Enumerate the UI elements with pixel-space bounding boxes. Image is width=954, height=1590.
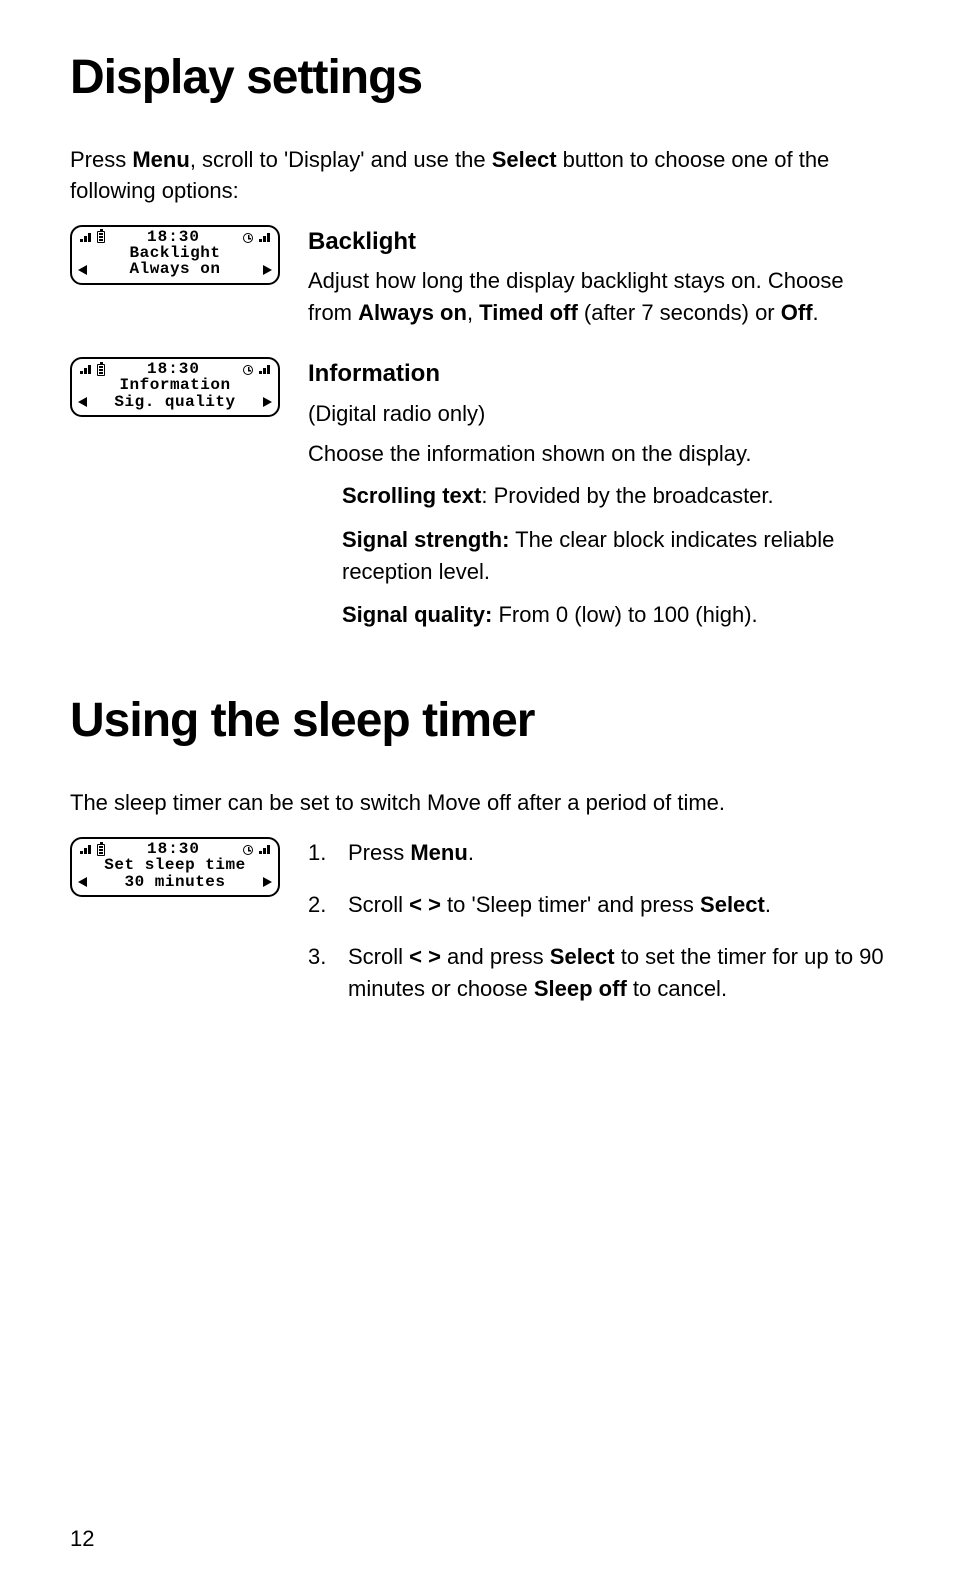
intro-paragraph: The sleep timer can be set to switch Mov… <box>70 788 884 819</box>
lcd-screenshot-backlight: 18:30 Backlight Always on <box>70 225 280 285</box>
battery-icon <box>97 844 105 856</box>
intro-paragraph: Press Menu, scroll to 'Display' and use … <box>70 145 884 207</box>
battery-icon <box>97 364 105 376</box>
option-heading-information: Information <box>308 357 884 392</box>
text: . <box>468 840 474 865</box>
steps-list: Press Menu. Scroll < > to 'Sleep timer' … <box>308 837 884 1005</box>
signal-icon <box>80 365 91 374</box>
arrow-left-icon <box>78 265 87 275</box>
menu-label: Menu <box>410 840 467 865</box>
arrow-left-icon <box>78 877 87 887</box>
text: to cancel. <box>627 976 727 1001</box>
text: , scroll to 'Display' and use the <box>190 147 492 172</box>
battery-icon <box>97 231 105 243</box>
lcd-time: 18:30 <box>147 229 200 246</box>
text: From 0 (low) to 100 (high). <box>492 602 757 627</box>
label: Scrolling text <box>342 483 481 508</box>
section-heading-sleep-timer: Using the sleep timer <box>70 693 884 748</box>
option-heading-backlight: Backlight <box>308 225 884 260</box>
lcd-menu-value: Sig. quality <box>78 394 272 411</box>
signal-icon <box>80 233 91 242</box>
scroll-arrows: < > <box>409 892 441 917</box>
option-off: Off <box>781 300 813 325</box>
alarm-icon <box>242 844 253 855</box>
lcd-value-text: Sig. quality <box>114 394 235 411</box>
option-row-backlight: 18:30 Backlight Always on Backlight Adju… <box>70 225 884 330</box>
option-description: Backlight Adjust how long the display ba… <box>308 225 884 330</box>
lcd-menu-value: 30 minutes <box>78 874 272 891</box>
lcd-status-bar: 18:30 <box>78 842 272 857</box>
step-3: Scroll < > and press Select to set the t… <box>308 941 884 1005</box>
scroll-arrows: < > <box>409 944 441 969</box>
steps-description: Press Menu. Scroll < > to 'Sleep timer' … <box>308 837 884 1025</box>
lcd-menu-title: Information <box>78 377 272 394</box>
sleep-timer-row: 18:30 Set sleep time 30 minutes Press Me… <box>70 837 884 1025</box>
info-item-signal-quality: Signal quality: From 0 (low) to 100 (hig… <box>342 599 884 631</box>
option-description: Information (Digital radio only) Choose … <box>308 357 884 643</box>
arrow-right-icon <box>263 877 272 887</box>
option-timed-off: Timed off <box>479 300 578 325</box>
select-label: Select <box>492 147 557 172</box>
text: Choose the information shown on the disp… <box>308 438 884 470</box>
signal-icon <box>259 845 270 854</box>
arrow-right-icon <box>263 265 272 275</box>
lcd-value-text: 30 minutes <box>124 874 225 891</box>
select-label: Select <box>550 944 615 969</box>
label: Signal strength: <box>342 527 509 552</box>
text: and press <box>441 944 550 969</box>
text: . <box>765 892 771 917</box>
option-always-on: Always on <box>358 300 467 325</box>
text: (after 7 seconds) or <box>578 300 781 325</box>
select-label: Select <box>700 892 765 917</box>
label: Signal quality: <box>342 602 492 627</box>
text: Scroll <box>348 892 409 917</box>
alarm-icon <box>242 364 253 375</box>
text: Press <box>70 147 132 172</box>
step-1: Press Menu. <box>308 837 884 869</box>
alarm-icon <box>242 232 253 243</box>
info-item-scrolling-text: Scrolling text: Provided by the broadcas… <box>342 480 884 512</box>
lcd-screenshot-information: 18:30 Information Sig. quality <box>70 357 280 417</box>
info-item-signal-strength: Signal strength: The clear block indicat… <box>342 524 884 588</box>
lcd-screenshot-sleep: 18:30 Set sleep time 30 minutes <box>70 837 280 897</box>
lcd-menu-title: Backlight <box>78 245 272 262</box>
page-number: 12 <box>70 1526 94 1552</box>
manual-page: Display settings Press Menu, scroll to '… <box>0 0 954 1590</box>
lcd-status-bar: 18:30 <box>78 230 272 245</box>
arrow-left-icon <box>78 397 87 407</box>
menu-label: Menu <box>132 147 189 172</box>
lcd-value-text: Always on <box>130 261 221 278</box>
section-heading-display-settings: Display settings <box>70 50 884 105</box>
sleep-off-label: Sleep off <box>534 976 627 1001</box>
signal-icon <box>259 365 270 374</box>
arrow-right-icon <box>263 397 272 407</box>
option-row-information: 18:30 Information Sig. quality Informati… <box>70 357 884 643</box>
text: to 'Sleep timer' and press <box>441 892 700 917</box>
lcd-menu-value: Always on <box>78 261 272 278</box>
text: . <box>813 300 819 325</box>
digital-radio-note: (Digital radio only) <box>308 398 884 430</box>
information-sublist: Scrolling text: Provided by the broadcas… <box>308 480 884 632</box>
text: : Provided by the broadcaster. <box>481 483 773 508</box>
text: Adjust how long the display backlight st… <box>308 265 884 329</box>
lcd-status-bar: 18:30 <box>78 362 272 377</box>
text: Scroll <box>348 944 409 969</box>
text: , <box>467 300 479 325</box>
signal-icon <box>259 233 270 242</box>
lcd-menu-title: Set sleep time <box>78 857 272 874</box>
step-2: Scroll < > to 'Sleep timer' and press Se… <box>308 889 884 921</box>
text: Press <box>348 840 410 865</box>
signal-icon <box>80 845 91 854</box>
